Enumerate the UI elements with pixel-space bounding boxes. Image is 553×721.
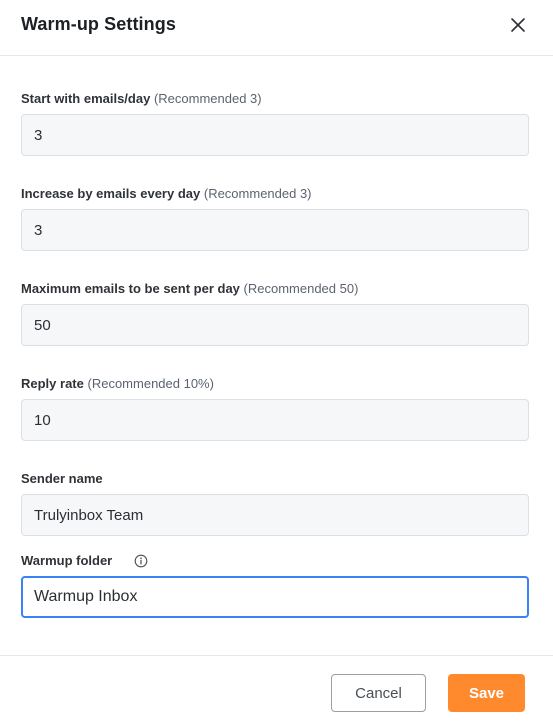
close-icon [511, 18, 525, 32]
save-button[interactable]: Save [448, 674, 525, 712]
close-button[interactable] [505, 12, 531, 38]
sender-name-label: Sender name [21, 471, 103, 486]
sender-name-label-text: Sender name [21, 471, 103, 486]
max-emails-label-text: Maximum emails to be sent per day [21, 281, 240, 296]
reply-rate-input[interactable] [21, 399, 529, 441]
sender-name-input[interactable] [21, 494, 529, 536]
reply-rate-hint: (Recommended 10%) [87, 376, 214, 391]
start-emails-label-text: Start with emails/day [21, 91, 151, 106]
max-emails-hint: (Recommended 50) [243, 281, 359, 296]
dialog-header: Warm-up Settings [0, 0, 553, 56]
start-emails-input[interactable] [21, 114, 529, 156]
reply-rate-label: Reply rate (Recommended 10%) [21, 376, 214, 391]
increase-emails-input[interactable] [21, 209, 529, 251]
reply-rate-label-text: Reply rate [21, 376, 84, 391]
info-icon[interactable] [134, 554, 148, 568]
increase-emails-label: Increase by emails every day (Recommende… [21, 186, 312, 201]
increase-emails-hint: (Recommended 3) [203, 186, 312, 201]
cancel-button[interactable]: Cancel [331, 674, 426, 712]
warmup-folder-label-text: Warmup folder [21, 553, 113, 568]
start-emails-hint: (Recommended 3) [153, 91, 262, 106]
warmup-folder-label: Warmup folder [21, 553, 112, 568]
warmup-settings-dialog: Warm-up Settings Start with emails/day (… [0, 0, 553, 721]
start-emails-label: Start with emails/day (Recommended 3) [21, 91, 262, 106]
warmup-folder-input[interactable] [21, 576, 529, 618]
max-emails-input[interactable] [21, 304, 529, 346]
max-emails-label: Maximum emails to be sent per day (Recom… [21, 281, 358, 296]
dialog-title: Warm-up Settings [21, 14, 176, 34]
increase-emails-label-text: Increase by emails every day [21, 186, 201, 201]
